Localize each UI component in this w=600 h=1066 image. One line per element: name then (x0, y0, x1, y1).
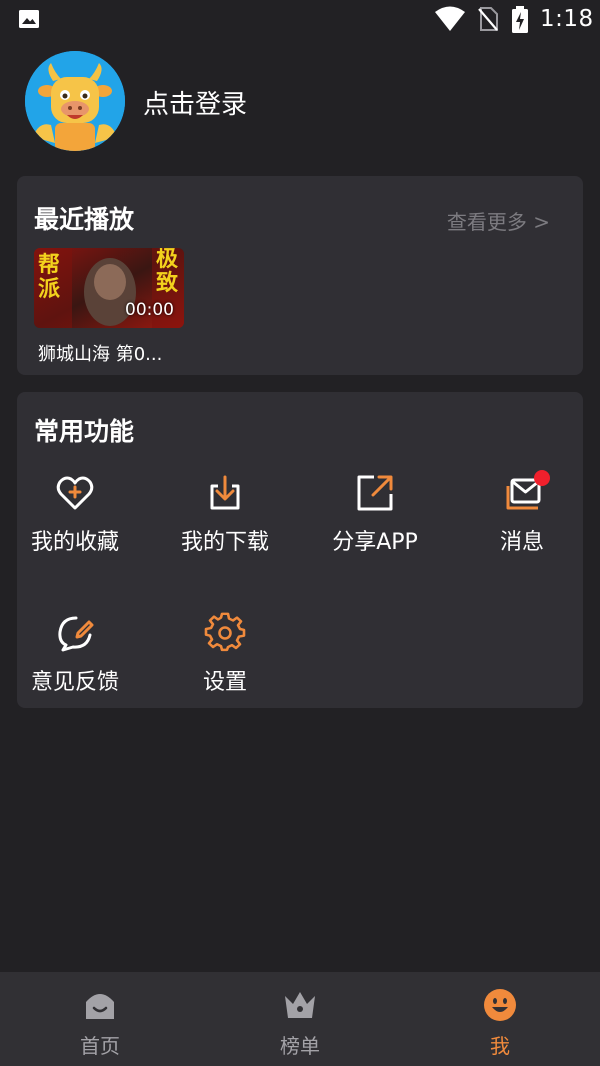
view-more-link[interactable]: 查看更多 > (447, 206, 550, 235)
download-icon (210, 475, 240, 510)
nav-home[interactable]: 首页 (0, 972, 200, 1066)
recent-playback-title: 最近播放 (34, 205, 135, 234)
cow-mascot-avatar (25, 51, 125, 151)
favorites-label: 我的收藏 (30, 530, 119, 555)
gallery-icon (19, 10, 39, 28)
poster-text-right: 极致 (156, 248, 179, 296)
share-icon (357, 475, 393, 511)
smiley-icon (484, 989, 516, 1021)
common-functions-title: 常用功能 (34, 417, 135, 446)
status-bar: 1:18 (0, 0, 600, 42)
nav-home-label: 首页 (80, 1034, 120, 1058)
status-time: 1:18 (540, 6, 594, 32)
battery-charging-icon (512, 6, 528, 33)
settings-button[interactable]: 设置 (155, 612, 295, 696)
common-functions-card: 常用功能 我的收藏 我的下载 分享APP 消息 意见反馈 设置 (17, 392, 583, 708)
nav-ranking-label: 榜单 (280, 1034, 320, 1058)
feedback-label: 意见反馈 (30, 670, 119, 695)
bottom-nav: 首页 榜单 我 (0, 972, 600, 1066)
messages-label: 消息 (499, 530, 544, 555)
recent-playback-card: 最近播放 查看更多 > 帮派 极致 00:00 狮城山海 第0... (17, 176, 583, 375)
feedback-icon (58, 616, 94, 652)
messages-button[interactable]: 消息 (452, 470, 592, 556)
downloads-label: 我的下载 (180, 530, 269, 555)
crown-icon (285, 992, 315, 1018)
poster-text-left: 帮派 (38, 253, 61, 302)
home-icon (86, 994, 114, 1019)
video-duration: 00:00 (125, 300, 174, 320)
nav-me-label: 我 (490, 1034, 510, 1058)
profile-screen: 1:18 点击登录 最近播放 查看更多 > 帮派 极致 00:00 狮城山海 第… (0, 0, 600, 1066)
share-app-label: 分享APP (332, 530, 418, 555)
login-button[interactable]: 点击登录 (143, 84, 247, 121)
favorites-button[interactable]: 我的收藏 (5, 472, 145, 556)
recent-video-thumbnail[interactable]: 帮派 极致 00:00 (34, 248, 184, 328)
avatar[interactable] (25, 51, 125, 151)
recent-video-title[interactable]: 狮城山海 第0... (38, 340, 162, 366)
share-app-button[interactable]: 分享APP (305, 472, 445, 556)
gear-icon (204, 612, 246, 652)
nav-me[interactable]: 我 (400, 972, 600, 1066)
heart-plus-icon (56, 476, 94, 510)
settings-label: 设置 (202, 670, 247, 695)
wifi-icon (435, 6, 465, 31)
no-sim-icon (478, 7, 498, 31)
unread-badge (534, 470, 550, 486)
nav-ranking[interactable]: 榜单 (200, 972, 400, 1066)
downloads-button[interactable]: 我的下载 (155, 472, 295, 556)
feedback-button[interactable]: 意见反馈 (5, 612, 145, 696)
